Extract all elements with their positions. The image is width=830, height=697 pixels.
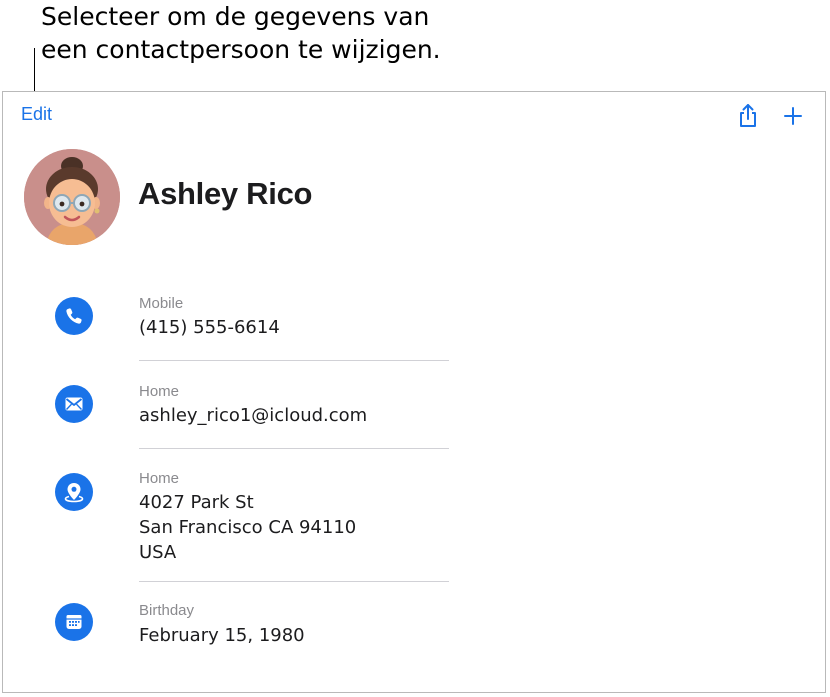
envelope-icon bbox=[65, 397, 83, 411]
edit-button[interactable]: Edit bbox=[21, 104, 52, 125]
callout-text: Selecteer om de gegevens van een contact… bbox=[41, 2, 441, 64]
add-contact-button[interactable] bbox=[781, 103, 805, 134]
divider bbox=[139, 448, 449, 449]
field-value-email[interactable]: ashley_rico1@icloud.com bbox=[139, 403, 367, 428]
field-label-address: Home bbox=[139, 470, 180, 487]
share-button[interactable] bbox=[736, 103, 760, 134]
map-pin-icon bbox=[64, 483, 84, 503]
address-button[interactable] bbox=[55, 473, 93, 511]
field-value-address[interactable]: 4027 Park St San Francisco CA 94110 USA bbox=[139, 490, 356, 565]
birthday-button[interactable] bbox=[55, 603, 93, 641]
contact-name: Ashley Rico bbox=[138, 176, 313, 211]
field-label-mobile: Mobile bbox=[139, 295, 184, 312]
field-label-birthday: Birthday bbox=[139, 602, 195, 619]
email-button[interactable] bbox=[55, 385, 93, 423]
field-value-birthday: February 15, 1980 bbox=[139, 625, 305, 646]
phone-button[interactable] bbox=[55, 297, 93, 335]
calendar-icon bbox=[66, 615, 82, 629]
share-icon bbox=[740, 104, 756, 127]
field-value-mobile[interactable]: (415) 555-6614 bbox=[139, 315, 280, 340]
memoji-avatar-icon bbox=[24, 149, 120, 245]
field-label-email: Home bbox=[139, 383, 180, 400]
phone-icon bbox=[66, 308, 82, 324]
plus-icon bbox=[784, 107, 802, 125]
avatar bbox=[24, 149, 120, 245]
divider bbox=[139, 360, 449, 361]
contact-card: Edit Ashley Rico Mobile (415) 555-6614 H… bbox=[2, 91, 826, 693]
divider bbox=[139, 581, 449, 582]
